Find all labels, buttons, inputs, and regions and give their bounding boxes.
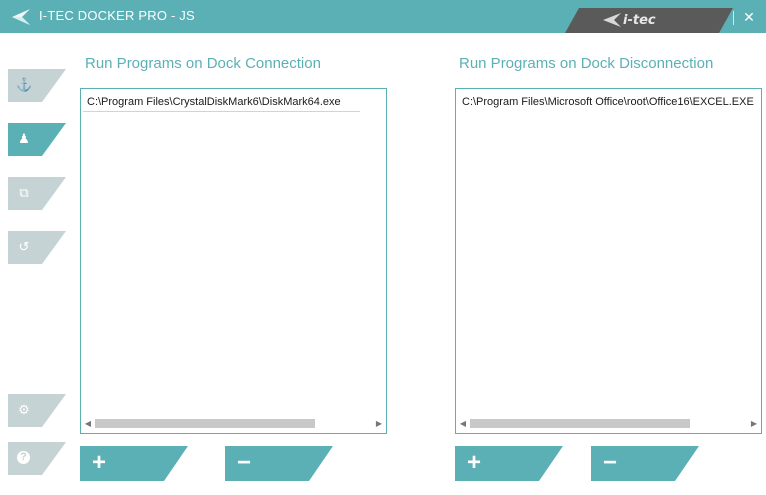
app-window: I-TEC DOCKER PRO - JS i-tec ✕ ⚓ ♟ ⧉ ↺ ⚙ … [0, 0, 766, 495]
window-title: I-TEC DOCKER PRO - JS [39, 8, 195, 23]
connect-remove-button[interactable]: − [225, 446, 333, 481]
help-icon: ? [17, 451, 30, 464]
gear-icon: ⚙ [18, 402, 30, 417]
scroll-left-icon[interactable]: ◀ [83, 418, 93, 429]
disconnect-program-list[interactable]: C:\Program Files\Microsoft Office\root\O… [455, 88, 762, 434]
connect-add-button[interactable]: + [80, 446, 188, 481]
plus-icon: + [91, 449, 106, 476]
list-item[interactable]: C:\Program Files\CrystalDiskMark6\DiskMa… [83, 94, 360, 112]
network-icon: ⧉ [19, 185, 29, 200]
disconnect-panel-title: Run Programs on Dock Disconnection [459, 55, 714, 72]
disconnect-add-button[interactable]: + [455, 446, 563, 481]
sidebar: ⚓ ♟ ⧉ ↺ ⚙ ? [0, 33, 70, 495]
title-bar: I-TEC DOCKER PRO - JS i-tec ✕ [0, 0, 766, 33]
sidebar-item-docking[interactable]: ⚓ [8, 69, 66, 102]
sidebar-item-history[interactable]: ↺ [8, 231, 66, 264]
history-icon: ↺ [18, 239, 30, 254]
scroll-right-icon[interactable]: ▶ [749, 418, 759, 429]
anchor-icon: ⚓ [16, 77, 33, 92]
close-button[interactable]: ✕ [733, 7, 762, 27]
brand-logo-text: i-tec [623, 13, 656, 28]
sidebar-item-settings[interactable]: ⚙ [8, 394, 66, 427]
plus-icon: + [466, 449, 481, 476]
disconnect-remove-button[interactable]: − [591, 446, 699, 481]
minus-icon: − [236, 449, 251, 476]
scroll-thumb[interactable] [470, 419, 690, 428]
app-logo-icon [12, 9, 30, 25]
connect-program-list[interactable]: C:\Program Files\CrystalDiskMark6\DiskMa… [80, 88, 387, 434]
connect-panel-title: Run Programs on Dock Connection [85, 55, 321, 72]
scroll-thumb[interactable] [95, 419, 315, 428]
scroll-right-icon[interactable]: ▶ [374, 418, 384, 429]
minus-icon: − [602, 449, 617, 476]
brand-logo-icon [603, 13, 621, 27]
connect-hscrollbar[interactable]: ◀ ▶ [82, 415, 385, 432]
user-icon: ♟ [18, 131, 30, 146]
sidebar-item-network[interactable]: ⧉ [8, 177, 66, 210]
list-item[interactable]: C:\Program Files\Microsoft Office\root\O… [458, 94, 759, 111]
brand-tab: i-tec [565, 8, 733, 33]
scroll-left-icon[interactable]: ◀ [458, 418, 468, 429]
sidebar-item-programs[interactable]: ♟ [8, 123, 66, 156]
sidebar-item-help[interactable]: ? [8, 442, 66, 475]
disconnect-hscrollbar[interactable]: ◀ ▶ [457, 415, 760, 432]
